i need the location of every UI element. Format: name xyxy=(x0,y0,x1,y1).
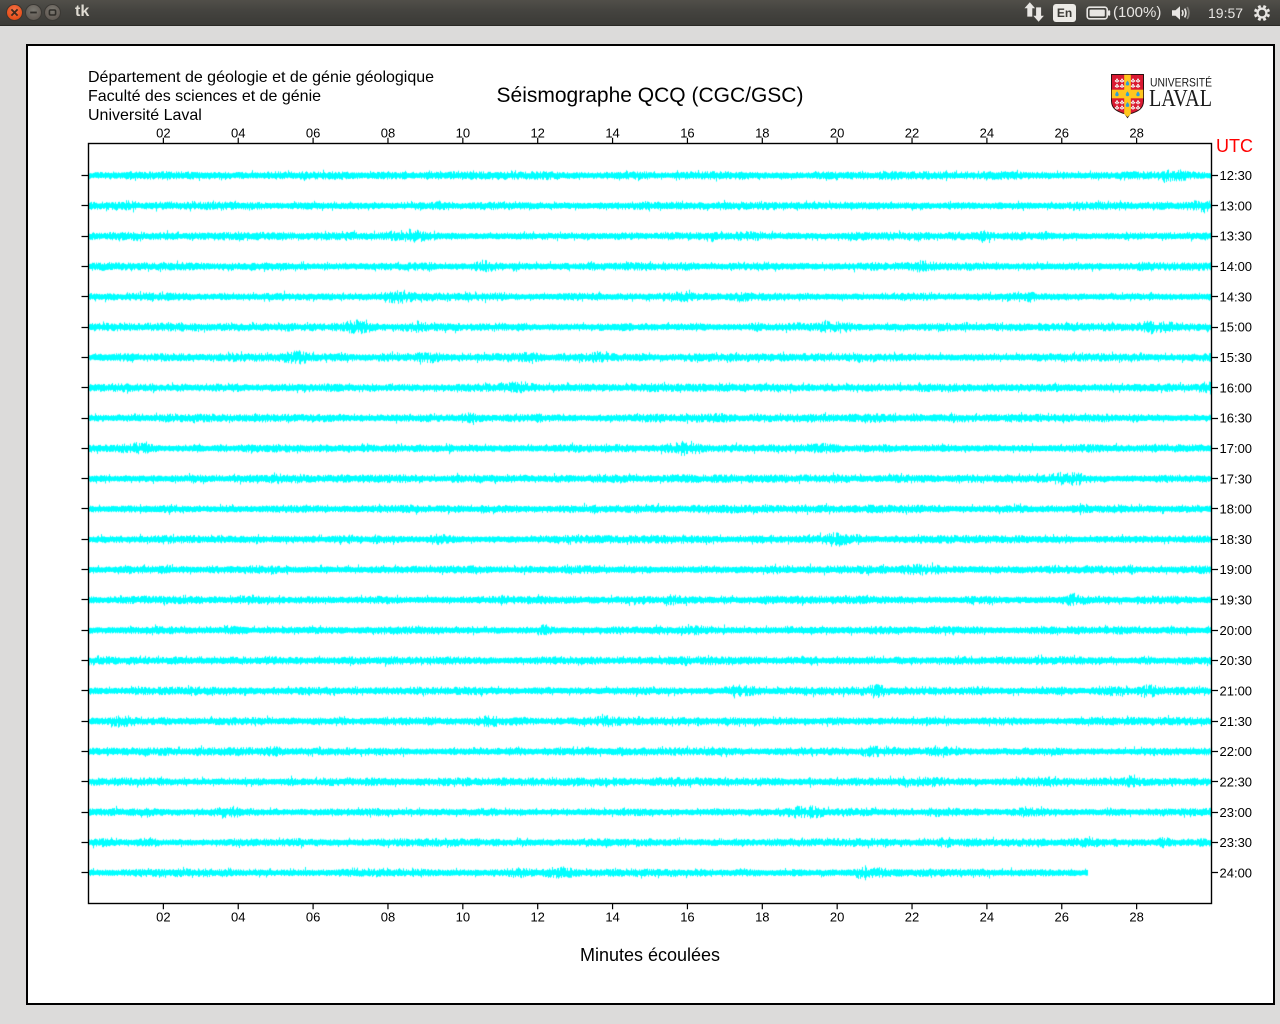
svg-text:22: 22 xyxy=(905,126,919,141)
svg-text:Séismographe QCQ (CGC/GSC): Séismographe QCQ (CGC/GSC) xyxy=(497,84,804,107)
svg-text:17:00: 17:00 xyxy=(1220,441,1253,456)
svg-text:19:00: 19:00 xyxy=(1220,562,1253,577)
svg-text:15:00: 15:00 xyxy=(1220,320,1253,335)
svg-text:02: 02 xyxy=(156,910,170,925)
svg-text:16: 16 xyxy=(680,910,694,925)
svg-text:18:00: 18:00 xyxy=(1220,502,1253,517)
svg-text:24: 24 xyxy=(980,126,994,141)
svg-text:06: 06 xyxy=(306,126,320,141)
svg-text:14:00: 14:00 xyxy=(1220,259,1253,274)
svg-text:16:30: 16:30 xyxy=(1220,411,1253,426)
svg-text:15:30: 15:30 xyxy=(1220,350,1253,365)
svg-text:UTC: UTC xyxy=(1216,136,1253,156)
svg-text:12: 12 xyxy=(530,910,544,925)
svg-text:Département de géologie et de: Département de géologie et de génie géol… xyxy=(88,69,434,86)
svg-text:10: 10 xyxy=(456,126,470,141)
svg-text:12: 12 xyxy=(530,126,544,141)
svg-text:Université Laval: Université Laval xyxy=(88,107,202,124)
svg-text:20:30: 20:30 xyxy=(1220,653,1253,668)
svg-text:06: 06 xyxy=(306,910,320,925)
svg-text:10: 10 xyxy=(456,910,470,925)
svg-text:28: 28 xyxy=(1129,126,1143,141)
svg-text:14: 14 xyxy=(605,910,619,925)
svg-text:19:30: 19:30 xyxy=(1220,593,1253,608)
svg-text:26: 26 xyxy=(1055,910,1069,925)
svg-text:08: 08 xyxy=(381,126,395,141)
svg-text:14:30: 14:30 xyxy=(1220,289,1253,304)
svg-text:Minutes écoulées: Minutes écoulées xyxy=(580,945,720,965)
svg-text:24:00: 24:00 xyxy=(1220,865,1253,880)
svg-text:20:00: 20:00 xyxy=(1220,623,1253,638)
svg-text:22: 22 xyxy=(905,910,919,925)
svg-text:13:30: 13:30 xyxy=(1220,229,1253,244)
svg-text:18: 18 xyxy=(755,910,769,925)
svg-text:22:30: 22:30 xyxy=(1220,774,1253,789)
svg-text:20: 20 xyxy=(830,910,844,925)
svg-text:20: 20 xyxy=(830,126,844,141)
svg-text:16:00: 16:00 xyxy=(1220,380,1253,395)
svg-text:18: 18 xyxy=(755,126,769,141)
svg-text:12:30: 12:30 xyxy=(1220,168,1253,183)
svg-text:26: 26 xyxy=(1055,126,1069,141)
svg-text:LAVAL: LAVAL xyxy=(1149,86,1212,112)
svg-text:22:00: 22:00 xyxy=(1220,744,1253,759)
svg-text:16: 16 xyxy=(680,126,694,141)
svg-text:18:30: 18:30 xyxy=(1220,532,1253,547)
svg-text:17:30: 17:30 xyxy=(1220,471,1253,486)
svg-text:24: 24 xyxy=(980,910,994,925)
svg-text:Faculté des sciences et de gén: Faculté des sciences et de génie xyxy=(88,88,321,105)
svg-text:04: 04 xyxy=(231,910,245,925)
svg-text:23:30: 23:30 xyxy=(1220,835,1253,850)
svg-text:13:00: 13:00 xyxy=(1220,198,1253,213)
svg-text:23:00: 23:00 xyxy=(1220,805,1253,820)
svg-text:28: 28 xyxy=(1129,910,1143,925)
svg-text:14: 14 xyxy=(605,126,619,141)
svg-text:21:00: 21:00 xyxy=(1220,683,1253,698)
svg-text:21:30: 21:30 xyxy=(1220,714,1253,729)
svg-text:08: 08 xyxy=(381,910,395,925)
svg-text:04: 04 xyxy=(231,126,245,141)
svg-text:02: 02 xyxy=(156,126,170,141)
